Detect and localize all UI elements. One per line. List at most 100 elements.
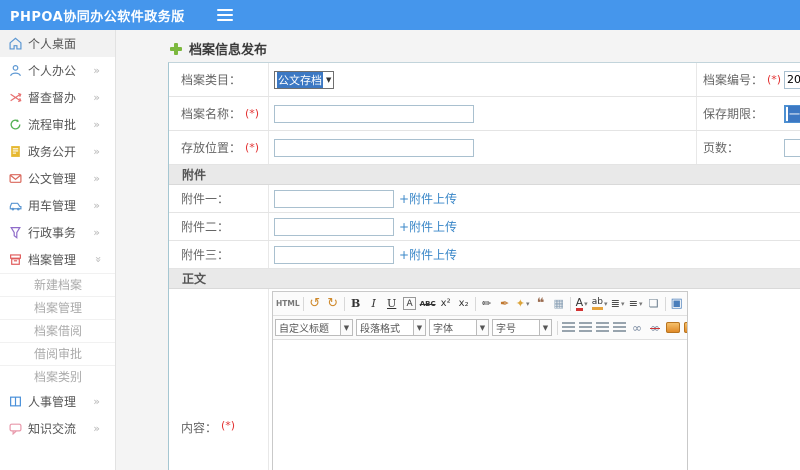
source-icon[interactable]: HTML (275, 295, 301, 313)
quickformat-icon[interactable]: ✦ (514, 295, 532, 313)
sidebar-subitem-archive-borrow[interactable]: 档案借阅 (0, 319, 115, 342)
editor-content-area[interactable] (273, 340, 687, 470)
attachment1-input[interactable] (274, 189, 394, 208)
sidebar-item-vehicle[interactable]: 用车管理 » (0, 192, 115, 219)
select-arrow-icon[interactable]: ▼ (477, 319, 489, 336)
refresh-icon (10, 119, 21, 130)
blockquote-icon[interactable]: ❝ (532, 295, 550, 313)
hilite-icon[interactable]: ab (591, 295, 609, 313)
font-size-select[interactable]: 字号 (492, 319, 540, 336)
required-marker: (*) (245, 107, 260, 120)
attachment3-input[interactable] (274, 245, 394, 264)
paste-icon[interactable]: ▦ (550, 295, 568, 313)
brush-icon[interactable]: ✒ (496, 295, 514, 313)
bold-icon[interactable]: B (347, 295, 365, 313)
period-label: 保存期限： (703, 107, 764, 121)
attachment1-label: 附件一： (181, 192, 230, 206)
period-select[interactable]: 一 ▼ (784, 104, 800, 123)
italic-icon[interactable]: I (365, 295, 383, 313)
subscript-icon[interactable]: x₂ (455, 295, 473, 313)
sidebar-item-gov-public[interactable]: 政务公开 » (0, 138, 115, 165)
sidebar-item-label: 档案管理 (28, 253, 77, 267)
sidebar-subitem-archive-manage[interactable]: 档案管理 (0, 296, 115, 319)
sidebar-item-personal-office[interactable]: 个人办公 » (0, 57, 115, 84)
font-family-select[interactable]: 字体 (429, 319, 477, 336)
number-input[interactable] (784, 70, 800, 89)
new-page-icon[interactable]: ❏ (645, 295, 663, 313)
ordered-list-icon[interactable]: ≣ (609, 295, 627, 313)
sidebar-item-personal-desktop[interactable]: 个人桌面 (0, 30, 115, 57)
select-arrow-icon[interactable]: ▼ (414, 319, 426, 336)
sidebar-item-archives[interactable]: 档案管理 » (0, 246, 115, 273)
flash-icon[interactable] (684, 322, 687, 333)
attachment3-upload-link[interactable]: +附件上传 (399, 246, 457, 263)
number-label: 档案编号： (703, 73, 764, 87)
content-label: 内容： (181, 421, 218, 435)
select-arrow-icon[interactable]: ▼ (341, 319, 353, 336)
pages-input[interactable] (784, 138, 800, 157)
sidebar-subitem-new-archive[interactable]: 新建档案 (0, 273, 115, 296)
form-row-location-pages: 存放位置： (*) 页数： (169, 131, 800, 165)
main-content: 档案信息发布 档案类目： 公文存档 ▼ 档案编号： (*) 档案名称： (*) (116, 30, 800, 470)
attachments-section-header: 附件 (169, 165, 800, 185)
link-icon[interactable]: ∞ (628, 319, 646, 337)
editor-toolbar-row1: HTML ↺ ↻ B I U A ABC x² x₂ ✏ ✒ ✦ ▾ ❝ ▦ A… (273, 292, 687, 316)
sidebar-item-label: 人事管理 (28, 395, 77, 409)
sidebar-subitem-archive-category[interactable]: 档案类别 (0, 365, 115, 388)
unlink-icon[interactable]: ∞ (646, 319, 664, 337)
eraser-icon[interactable]: ✏ (478, 295, 496, 313)
sidebar-item-knowledge[interactable]: 知识交流 » (0, 415, 115, 442)
home-icon (9, 37, 22, 50)
strikethrough-icon[interactable]: ABC (419, 295, 437, 313)
select-arrow-icon[interactable]: ▼ (540, 319, 552, 336)
forecolor-icon[interactable]: A (573, 295, 591, 313)
attachment2-upload-link[interactable]: +附件上传 (399, 218, 457, 235)
attachment1-upload-link[interactable]: +附件上传 (399, 190, 457, 207)
undo-icon[interactable]: ↺ (306, 295, 324, 313)
name-input[interactable] (274, 104, 474, 123)
paragraph-select[interactable]: 段落格式 (356, 319, 414, 336)
body-section-header: 正文 (169, 269, 800, 289)
sidebar-item-workflow[interactable]: 流程审批 » (0, 111, 115, 138)
app-title: PHPOA协同办公软件政务版 (10, 9, 185, 25)
page-title-text: 档案信息发布 (189, 43, 268, 58)
sidebar-item-hr[interactable]: 人事管理 » (0, 388, 115, 415)
image-icon[interactable] (666, 322, 680, 333)
required-marker: (*) (767, 73, 782, 86)
sidebar-item-documents[interactable]: 公文管理 » (0, 165, 115, 192)
chevron-right-icon: » (93, 226, 100, 239)
sidebar-item-label: 知识交流 (28, 422, 77, 436)
align-justify-icon[interactable] (613, 322, 626, 333)
sidebar-subitem-borrow-approve[interactable]: 借阅审批 (0, 342, 115, 365)
sidebar-item-admin-affairs[interactable]: 行政事务 » (0, 219, 115, 246)
sidebar-item-label: 用车管理 (28, 199, 77, 213)
redo-icon[interactable]: ↻ (324, 295, 342, 313)
attachment-row-2: 附件二： +附件上传 (169, 213, 800, 241)
align-center-icon[interactable] (579, 322, 592, 333)
editor-toolbar-row2: 自定义标题 ▼ 段落格式 ▼ 字体 ▼ 字号 ▼ ∞ ∞ (273, 316, 687, 340)
sidebar-item-supervision[interactable]: 督查督办 » (0, 84, 115, 111)
unordered-list-icon[interactable]: ≡ (627, 295, 645, 313)
content-row: 内容： (*) HTML ↺ ↻ B I U A ABC x² x₂ ✏ ✒ ✦… (169, 289, 800, 470)
period-select-value: 一 (788, 105, 800, 122)
chevron-right-icon: » (93, 145, 100, 158)
category-select-value: 公文存档 (277, 71, 323, 88)
underline-icon[interactable]: U (383, 295, 401, 313)
chevron-right-icon: » (93, 172, 100, 185)
book-icon (10, 396, 21, 407)
category-select[interactable]: 公文存档 ▼ (274, 70, 335, 89)
align-right-icon[interactable] (596, 322, 609, 333)
align-left-icon[interactable] (562, 322, 575, 333)
chat-icon (9, 423, 22, 435)
menu-icon[interactable] (216, 6, 233, 24)
category-label: 档案类目： (181, 73, 242, 87)
location-input[interactable] (274, 138, 474, 157)
char-border-icon[interactable]: A (401, 295, 419, 313)
superscript-icon[interactable]: x² (437, 295, 455, 313)
funnel-icon (10, 227, 21, 239)
chevron-right-icon: » (93, 64, 100, 77)
heading-select[interactable]: 自定义标题 (275, 319, 341, 336)
fullscreen-icon[interactable]: ▣ (668, 295, 686, 313)
location-label: 存放位置： (181, 141, 242, 155)
attachment2-input[interactable] (274, 217, 394, 236)
